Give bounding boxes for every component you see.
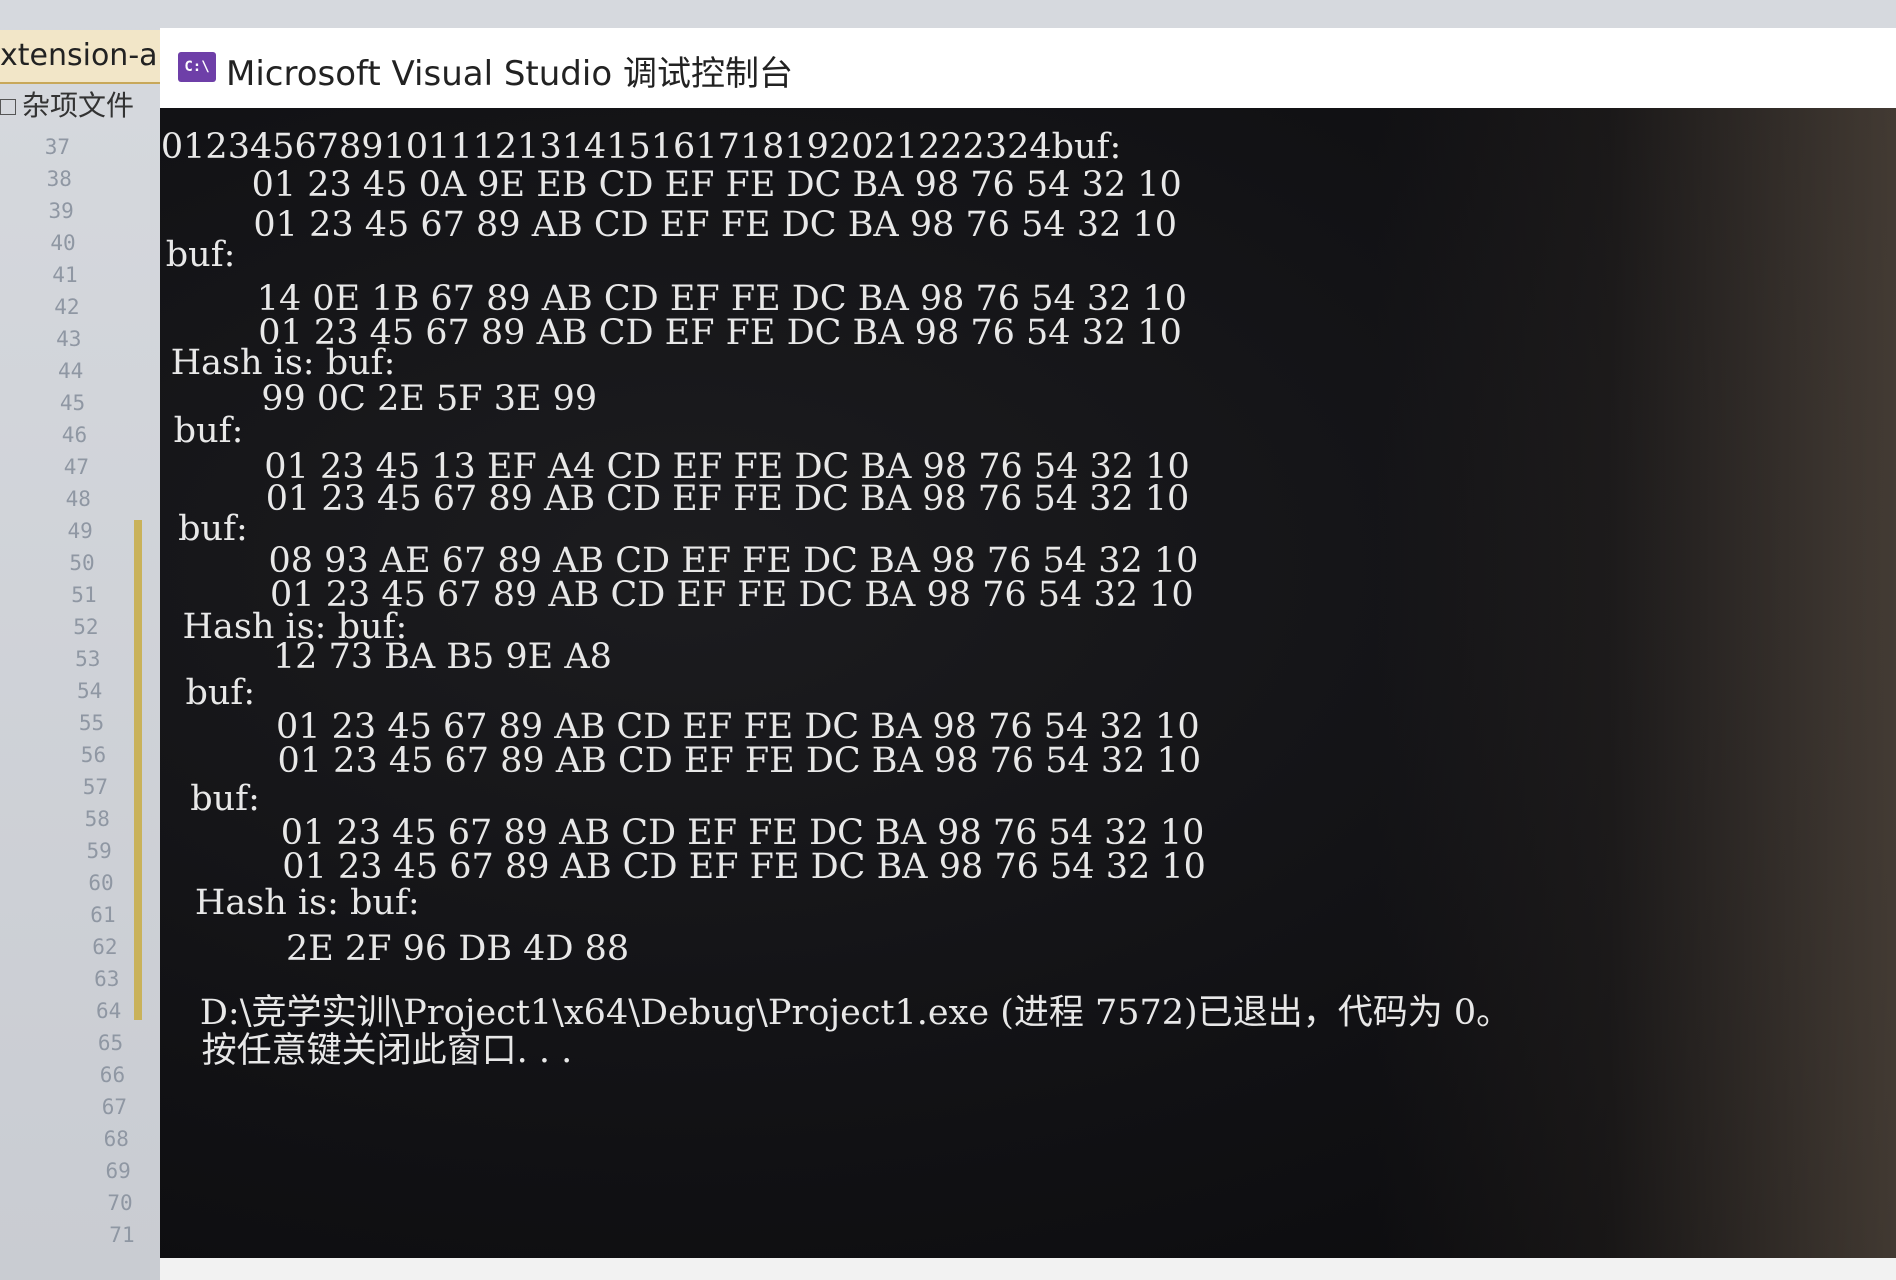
console-line: 2E 2F 96 DB 4D 88 — [196, 929, 630, 969]
console-line: buf: — [165, 235, 236, 275]
screen-glare — [1376, 108, 1896, 1258]
console-line: D:\竞学实训\Project1\x64\Debug\Project1.exe … — [199, 993, 1512, 1033]
line-number: 41 — [52, 263, 78, 287]
line-number: 70 — [107, 1191, 133, 1215]
line-number: 60 — [88, 871, 114, 895]
console-titlebar[interactable]: C:\ Microsoft Visual Studio 调试控制台 — [160, 28, 1896, 109]
line-number: 45 — [59, 391, 86, 415]
line-number: 56 — [80, 743, 107, 767]
solution-explorer-item[interactable]: 杂项文件 — [0, 86, 160, 126]
line-number: 63 — [94, 967, 120, 991]
line-number: 67 — [101, 1095, 127, 1119]
console-line: 01 23 45 67 89 AB CD EF FE DC BA 98 76 5… — [193, 847, 1206, 887]
editor-tab-label: xtension-a — [0, 38, 158, 73]
line-number: 69 — [105, 1159, 131, 1183]
line-number: 50 — [69, 551, 95, 575]
line-number: 43 — [56, 327, 82, 351]
line-number: 38 — [46, 167, 72, 191]
console-output-area[interactable]: 0123456789101112131415161718192021222324… — [160, 108, 1896, 1258]
line-number: 39 — [48, 199, 74, 223]
line-number: 42 — [54, 295, 80, 319]
line-number: 62 — [92, 935, 118, 959]
editor-tab[interactable]: xtension-a — [0, 30, 170, 84]
console-line: 01 23 45 67 89 AB CD EF FE DC BA 98 76 5… — [164, 205, 1177, 245]
debug-console-window[interactable]: C:\ Microsoft Visual Studio 调试控制台 012345… — [160, 28, 1896, 1280]
line-number: 54 — [77, 679, 103, 703]
console-line: buf: — [173, 411, 244, 451]
line-number: 47 — [63, 455, 89, 479]
line-number: 58 — [84, 807, 110, 831]
console-app-icon: C:\ — [178, 52, 216, 82]
file-label: 杂项文件 — [22, 89, 135, 122]
console-line: Hash is: buf: — [194, 883, 420, 923]
console-line: 01 23 45 67 89 AB CD EF FE DC BA 98 76 5… — [176, 479, 1190, 519]
line-number: 44 — [58, 359, 84, 383]
expand-icon[interactable] — [0, 99, 16, 115]
line-number: 71 — [109, 1223, 135, 1247]
line-number: 55 — [78, 711, 105, 735]
line-number: 52 — [73, 615, 99, 639]
console-line: 0123456789101112131415161718192021222324… — [160, 127, 1122, 167]
line-number: 51 — [71, 583, 97, 607]
line-number: 53 — [75, 647, 101, 671]
line-number: 57 — [82, 775, 108, 799]
change-indicator-bar — [134, 520, 142, 1020]
console-line: 按任意键关闭此窗口. . . — [201, 1031, 573, 1071]
line-number: 64 — [96, 999, 122, 1023]
line-number: 61 — [90, 903, 116, 927]
line-number: 46 — [61, 423, 88, 447]
line-number: 66 — [99, 1063, 126, 1087]
console-title: Microsoft Visual Studio 调试控制台 — [226, 54, 793, 94]
line-number: 37 — [44, 135, 70, 159]
line-number: 65 — [97, 1031, 124, 1055]
console-line: 01 23 45 0A 9E EB CD EF FE DC BA 98 76 5… — [162, 165, 1182, 205]
line-number: 48 — [65, 487, 91, 511]
line-number: 68 — [103, 1127, 129, 1151]
console-line: Hash is: buf: — [170, 343, 396, 383]
line-number: 49 — [67, 519, 93, 543]
console-line: 01 23 45 67 89 AB CD EF FE DC BA 98 76 5… — [188, 741, 1202, 781]
line-number: 59 — [86, 839, 112, 863]
line-number: 40 — [50, 231, 76, 255]
console-line: 12 73 BA B5 9E A8 — [183, 637, 612, 677]
